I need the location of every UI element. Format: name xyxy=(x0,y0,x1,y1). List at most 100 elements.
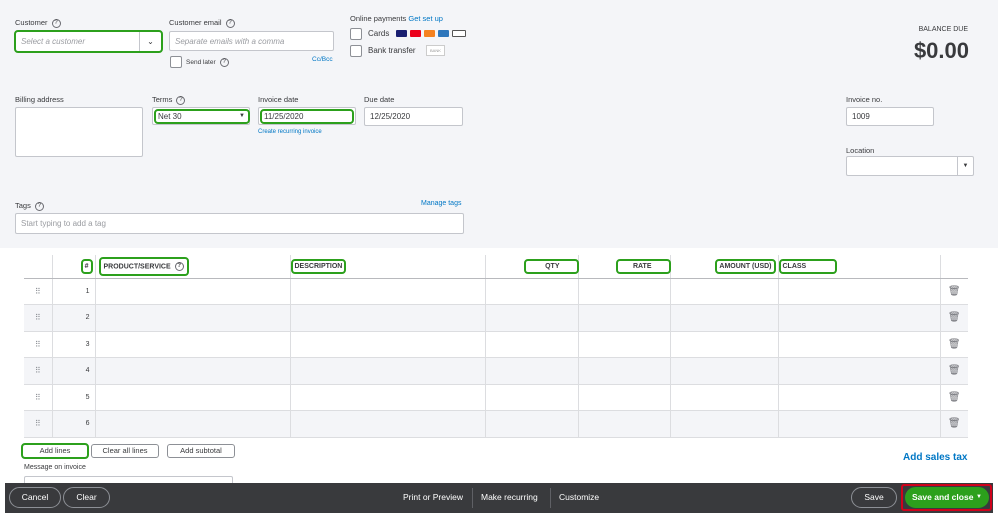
col-qty-text: QTY xyxy=(524,258,579,274)
customer-label: Customer? xyxy=(15,18,61,28)
table-row[interactable]: ⠿ 4 🗑 xyxy=(24,357,968,385)
qty-cell[interactable] xyxy=(485,278,579,305)
drag-handle-icon[interactable]: ⠿ xyxy=(24,410,53,438)
qty-cell[interactable] xyxy=(485,331,579,358)
trash-icon[interactable]: 🗑 xyxy=(940,331,968,358)
clear-button[interactable]: Clear xyxy=(63,487,110,508)
product-cell[interactable] xyxy=(95,278,291,305)
rate-cell[interactable] xyxy=(578,278,671,305)
dropdown-arrow-icon[interactable]: ▼ xyxy=(976,488,982,507)
clear-all-lines-button[interactable]: Clear all lines xyxy=(91,444,159,458)
get-set-up-link[interactable]: Get set up xyxy=(408,14,443,23)
customer-email-input[interactable]: Separate emails with a comma xyxy=(169,31,334,51)
trash-icon[interactable]: 🗑 xyxy=(940,410,968,438)
billing-address-input[interactable] xyxy=(15,107,143,157)
help-icon[interactable]: ? xyxy=(219,58,229,67)
trash-icon[interactable]: 🗑 xyxy=(940,278,968,305)
add-subtotal-button[interactable]: Add subtotal xyxy=(167,444,235,458)
customize-button[interactable]: Customize xyxy=(559,492,599,502)
class-cell[interactable] xyxy=(778,410,941,438)
table-row[interactable]: ⠿ 1 🗑 xyxy=(24,278,968,305)
line-number: 1 xyxy=(52,278,96,305)
cards-checkbox[interactable] xyxy=(350,28,362,40)
qty-cell[interactable] xyxy=(485,410,579,438)
product-cell[interactable] xyxy=(95,304,291,332)
amount-cell[interactable] xyxy=(670,331,779,358)
amount-cell[interactable] xyxy=(670,304,779,332)
product-cell[interactable] xyxy=(95,384,291,411)
product-cell[interactable] xyxy=(95,357,291,385)
location-select[interactable]: ▼ xyxy=(846,156,974,176)
add-lines-button[interactable]: Add lines xyxy=(21,443,89,459)
table-row[interactable]: ⠿ 2 🗑 xyxy=(24,304,968,332)
col-class: CLASS xyxy=(778,255,941,279)
qty-cell[interactable] xyxy=(485,304,579,332)
table-row[interactable]: ⠿ 5 🗑 xyxy=(24,384,968,411)
qty-cell[interactable] xyxy=(485,384,579,411)
amount-cell[interactable] xyxy=(670,278,779,305)
dropdown-arrow-icon[interactable]: ▼ xyxy=(957,157,973,175)
divider xyxy=(550,488,551,508)
description-cell[interactable] xyxy=(290,357,486,385)
description-cell[interactable] xyxy=(290,384,486,411)
class-cell[interactable] xyxy=(778,331,941,358)
amount-cell[interactable] xyxy=(670,357,779,385)
manage-tags-link[interactable]: Manage tags xyxy=(421,200,461,207)
drag-handle-icon[interactable]: ⠿ xyxy=(24,331,53,358)
trash-icon[interactable]: 🗑 xyxy=(940,304,968,332)
due-date-input[interactable]: 12/25/2020 xyxy=(364,107,463,126)
make-recurring-button[interactable]: Make recurring xyxy=(481,492,538,502)
save-and-close-button[interactable]: Save and close ▼ xyxy=(905,487,989,508)
class-cell[interactable] xyxy=(778,278,941,305)
customer-select[interactable]: Select a customer ⌄ xyxy=(14,30,163,53)
chevron-down-icon[interactable]: ⌄ xyxy=(139,32,161,51)
trash-icon[interactable]: 🗑 xyxy=(940,357,968,385)
trash-icon[interactable]: 🗑 xyxy=(940,384,968,411)
col-product-text: PRODUCT/SERVICE? xyxy=(98,256,189,276)
invoice-date-input[interactable]: 11/25/2020 xyxy=(258,107,356,125)
product-cell[interactable] xyxy=(95,331,291,358)
help-icon[interactable]: ? xyxy=(51,18,61,28)
dropdown-arrow-icon[interactable]: ▼ xyxy=(239,113,249,119)
description-cell[interactable] xyxy=(290,304,486,332)
visa-icon xyxy=(395,30,407,38)
invoice-no-input[interactable]: 1009 xyxy=(846,107,934,126)
create-recurring-link[interactable]: Create recurring invoice xyxy=(258,129,322,135)
save-button[interactable]: Save xyxy=(851,487,897,508)
class-cell[interactable] xyxy=(778,384,941,411)
rate-cell[interactable] xyxy=(578,384,671,411)
description-cell[interactable] xyxy=(290,278,486,305)
help-icon[interactable]: ? xyxy=(225,18,235,28)
amount-cell[interactable] xyxy=(670,384,779,411)
description-cell[interactable] xyxy=(290,331,486,358)
product-cell[interactable] xyxy=(95,410,291,438)
drag-handle-icon[interactable]: ⠿ xyxy=(24,384,53,411)
line-number: 3 xyxy=(52,331,96,358)
drag-handle-icon[interactable]: ⠿ xyxy=(24,357,53,385)
print-preview-button[interactable]: Print or Preview xyxy=(403,492,463,502)
tags-input[interactable]: Start typing to add a tag xyxy=(15,213,464,234)
drag-handle-icon[interactable]: ⠿ xyxy=(24,278,53,305)
help-icon[interactable]: ? xyxy=(176,95,186,105)
rate-cell[interactable] xyxy=(578,410,671,438)
cc-bcc-link[interactable]: Cc/Bcc xyxy=(312,56,333,63)
amount-cell[interactable] xyxy=(670,410,779,438)
table-row[interactable]: ⠿ 6 🗑 xyxy=(24,410,968,438)
bank-transfer-checkbox[interactable] xyxy=(350,45,362,57)
online-payments-label: Online payments Get set up xyxy=(350,14,443,23)
rate-cell[interactable] xyxy=(578,357,671,385)
drag-handle-icon[interactable]: ⠿ xyxy=(24,304,53,332)
class-cell[interactable] xyxy=(778,304,941,332)
table-header: # PRODUCT/SERVICE? DESCRIPTION QTY RATE … xyxy=(24,255,968,279)
rate-cell[interactable] xyxy=(578,304,671,332)
class-cell[interactable] xyxy=(778,357,941,385)
terms-select[interactable]: Net 30 ▼ xyxy=(152,107,250,125)
help-icon[interactable]: ? xyxy=(34,201,44,211)
description-cell[interactable] xyxy=(290,410,486,438)
qty-cell[interactable] xyxy=(485,357,579,385)
add-sales-tax-link[interactable]: Add sales tax xyxy=(903,452,967,463)
send-later-checkbox[interactable] xyxy=(170,56,182,68)
cancel-button[interactable]: Cancel xyxy=(9,487,61,508)
rate-cell[interactable] xyxy=(578,331,671,358)
table-row[interactable]: ⠿ 3 🗑 xyxy=(24,331,968,358)
